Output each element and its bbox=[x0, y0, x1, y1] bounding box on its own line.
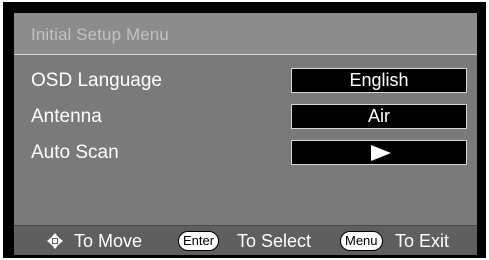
menu-row-osd-language[interactable]: OSD Language English bbox=[14, 68, 477, 96]
antenna-value[interactable]: Air bbox=[291, 104, 467, 129]
play-icon bbox=[371, 145, 391, 161]
menu-row-auto-scan[interactable]: Auto Scan bbox=[14, 140, 477, 168]
osd-language-label: OSD Language bbox=[31, 70, 162, 91]
title-bar: Initial Setup Menu bbox=[14, 13, 477, 55]
antenna-label: Antenna bbox=[31, 106, 102, 127]
menu-key-badge: Menu bbox=[340, 231, 383, 251]
auto-scan-label: Auto Scan bbox=[31, 142, 119, 163]
select-hint-text: To Select bbox=[237, 231, 312, 251]
enter-key-badge: Enter bbox=[178, 231, 220, 251]
auto-scan-start-button[interactable] bbox=[291, 140, 467, 165]
menu-title: Initial Setup Menu bbox=[31, 25, 169, 44]
exit-hint-text: To Exit bbox=[395, 231, 450, 251]
navigation-arrows-icon bbox=[47, 233, 63, 249]
osd-language-value[interactable]: English bbox=[291, 68, 467, 93]
menu-row-antenna[interactable]: Antenna Air bbox=[14, 104, 477, 132]
move-hint-text: To Move bbox=[74, 231, 143, 251]
osd-frame: Initial Setup Menu OSD Language English … bbox=[3, 2, 486, 258]
footer-hint-bar: To Move Enter To Select Menu To Exit bbox=[14, 225, 477, 255]
setup-menu-panel: Initial Setup Menu OSD Language English … bbox=[14, 13, 477, 255]
